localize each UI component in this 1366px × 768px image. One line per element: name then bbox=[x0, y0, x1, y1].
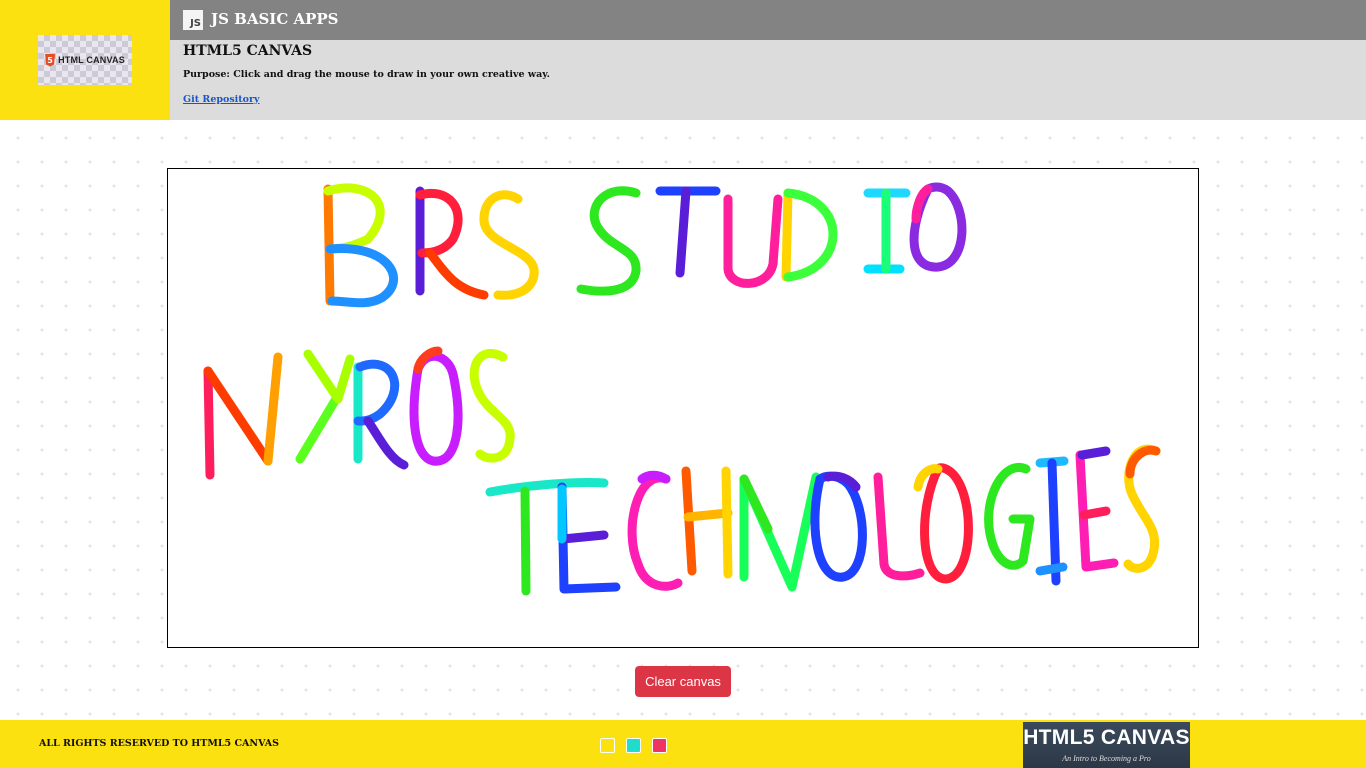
drawing-canvas[interactable] bbox=[167, 168, 1199, 648]
info-bar: HTML5 CANVAS Purpose: Click and drag the… bbox=[170, 40, 1366, 120]
html-canvas-logo: 5 HTML CANVAS bbox=[38, 35, 132, 85]
html5-canvas-banner: HTML5 CANVAS An Intro to Becoming a Pro bbox=[1023, 722, 1190, 768]
purpose-text: Purpose: Click and drag the mouse to dra… bbox=[183, 69, 550, 80]
page-title: HTML5 CANVAS bbox=[183, 43, 313, 59]
color-swatch-red[interactable] bbox=[652, 738, 667, 753]
color-swatch-yellow[interactable] bbox=[600, 738, 615, 753]
git-repository-link[interactable]: Git Repository bbox=[183, 94, 260, 105]
color-swatches bbox=[600, 738, 667, 753]
top-bar: JS JS BASIC APPS bbox=[170, 0, 1366, 40]
js-icon: JS bbox=[183, 10, 203, 30]
color-swatch-teal[interactable] bbox=[626, 738, 641, 753]
clear-canvas-button[interactable]: Clear canvas bbox=[635, 666, 731, 697]
canvas-drawing bbox=[203, 182, 1161, 596]
banner-title: HTML5 CANVAS bbox=[1023, 726, 1190, 749]
html5-icon: 5 bbox=[45, 53, 56, 67]
app-title: JS BASIC APPS bbox=[211, 10, 339, 28]
logo-area: 5 HTML CANVAS bbox=[0, 0, 170, 120]
banner-subtitle: An Intro to Becoming a Pro bbox=[1062, 754, 1151, 763]
copyright-text: ALL RIGHTS RESERVED TO HTML5 CANVAS bbox=[39, 738, 279, 749]
header: 5 HTML CANVAS JS JS BASIC APPS HTML5 CAN… bbox=[0, 0, 1366, 120]
logo-text: HTML CANVAS bbox=[58, 55, 125, 65]
